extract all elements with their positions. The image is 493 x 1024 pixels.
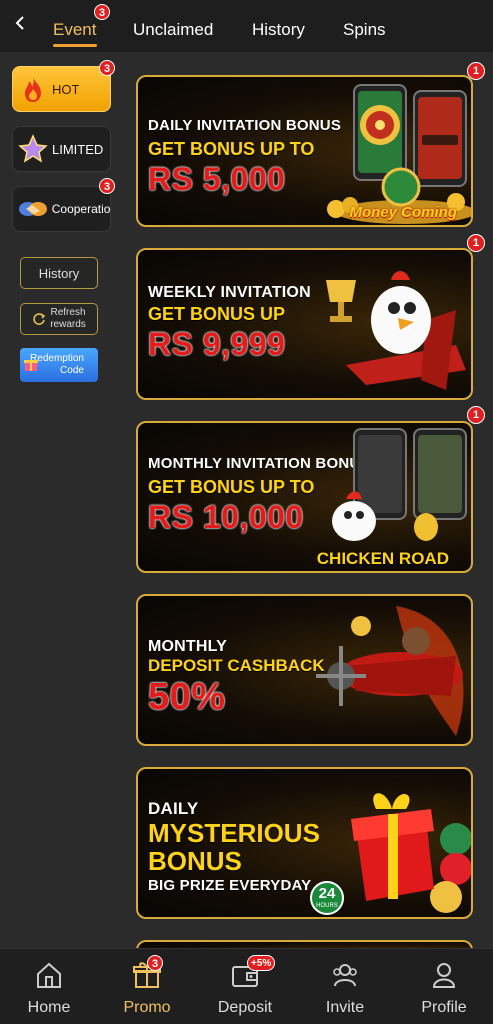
banner-2-badge: 1 xyxy=(467,234,485,252)
tab-event[interactable]: Event xyxy=(53,20,96,40)
tab-spins[interactable]: Spins xyxy=(343,20,386,40)
star-icon xyxy=(16,132,50,166)
chicken-road-logo: CHICKEN ROAD xyxy=(316,549,449,568)
nav-deposit-label: Deposit xyxy=(217,999,273,1016)
hours-label: HOURS xyxy=(316,903,338,909)
user-icon xyxy=(432,963,456,988)
bottom-navigation: Home Promo 3 Deposit +5% Invite Profile xyxy=(0,948,493,1024)
tab-history[interactable]: History xyxy=(252,20,305,40)
banner-monthly-invitation[interactable]: MONTHLY INVITATION BONUS GET BONUS UP TO… xyxy=(136,421,473,573)
refresh-icon xyxy=(33,313,46,325)
category-cooperation[interactable]: Cooperatio xyxy=(12,186,111,232)
handshake-icon xyxy=(16,192,50,226)
banner-monthly-cashback[interactable]: MONTHLY DEPOSIT CASHBACK 50% xyxy=(136,594,473,746)
nav-deposit-badge: +5% xyxy=(247,955,276,971)
fighter-plane-illustration xyxy=(316,606,464,736)
tab-active-underline xyxy=(53,44,97,47)
banner-1-badge: 1 xyxy=(467,62,485,80)
tab-event-badge: 3 xyxy=(94,4,110,20)
fire-icon xyxy=(16,72,50,106)
banner-2-subtitle: GET BONUS UP xyxy=(148,304,286,324)
banner-3-badge: 1 xyxy=(467,406,485,424)
promo-screen: Event 3 Unclaimed History Spins HOT 3 LI… xyxy=(0,0,493,1024)
banner-3-amount: RS 10,000 xyxy=(148,499,304,535)
nav-promo-label: Promo xyxy=(123,999,171,1016)
category-cooperation-badge: 3 xyxy=(99,178,115,194)
category-hot[interactable]: HOT xyxy=(12,66,111,112)
banner-5-subtitle-2: BONUS xyxy=(148,846,242,876)
banner-4-subtitle: DEPOSIT CASHBACK xyxy=(148,656,325,675)
banner-4-percent: 50% xyxy=(148,676,226,718)
category-limited-label: LIMITED xyxy=(52,141,104,157)
category-hot-badge: 3 xyxy=(99,60,115,76)
nav-profile[interactable]: Profile xyxy=(395,949,493,1024)
money-coming-logo: Money Coming xyxy=(349,204,458,221)
back-arrow-icon[interactable] xyxy=(10,12,32,34)
banner-5-subtitle: MYSTERIOUS xyxy=(148,818,320,848)
chicken-plane-illustration xyxy=(326,271,466,390)
banner-daily-mysterious[interactable]: DAILY MYSTERIOUS BONUS BIG PRIZE EVERYDA… xyxy=(136,767,473,919)
users-icon xyxy=(333,964,357,987)
banner-2-title: WEEKLY INVITATION xyxy=(148,284,311,301)
nav-invite[interactable]: Invite xyxy=(296,949,394,1024)
top-tab-bar: Event 3 Unclaimed History Spins xyxy=(0,0,493,52)
category-cooperation-label: Cooperatio xyxy=(51,202,110,216)
nav-deposit[interactable]: Deposit xyxy=(196,949,294,1024)
24-hours-badge: 24 HOURS xyxy=(310,881,344,915)
banner-4-title: MONTHLY xyxy=(148,638,228,655)
banner-1-subtitle: GET BONUS UP TO xyxy=(148,139,315,159)
banner-daily-invitation[interactable]: DAILY INVITATION BONUS GET BONUS UP TO R… xyxy=(136,75,473,227)
refresh-label-line2: rewards xyxy=(50,319,86,330)
banner-5-title: DAILY xyxy=(148,799,199,818)
slot-phones-illustration xyxy=(327,84,471,224)
category-hot-label: HOT xyxy=(52,81,80,97)
refresh-rewards-button[interactable]: Refresh rewards xyxy=(20,303,98,335)
banner-weekly-invitation[interactable]: WEEKLY INVITATION GET BONUS UP RS 9,999 xyxy=(136,248,473,400)
category-limited[interactable]: LIMITED xyxy=(12,126,111,172)
nav-promo-badge: 3 xyxy=(147,955,163,971)
nav-profile-label: Profile xyxy=(421,999,467,1016)
nav-home[interactable]: Home xyxy=(0,949,98,1024)
banner-5-tagline: BIG PRIZE EVERYDAY xyxy=(148,877,312,894)
redemption-code-button[interactable]: Redemption Code xyxy=(20,348,98,382)
banner-1-amount: RS 5,000 xyxy=(148,161,286,197)
gift-box-icon xyxy=(24,360,38,371)
refresh-label-line1: Refresh xyxy=(50,307,86,318)
banner-3-subtitle: GET BONUS UP TO xyxy=(148,477,315,497)
history-button[interactable]: History xyxy=(20,257,98,289)
nav-invite-label: Invite xyxy=(325,999,365,1016)
hours-number: 24 xyxy=(318,885,336,902)
tab-unclaimed[interactable]: Unclaimed xyxy=(133,20,213,40)
nav-home-label: Home xyxy=(27,999,71,1016)
banner-2-amount: RS 9,999 xyxy=(148,326,286,362)
home-icon xyxy=(37,962,61,988)
